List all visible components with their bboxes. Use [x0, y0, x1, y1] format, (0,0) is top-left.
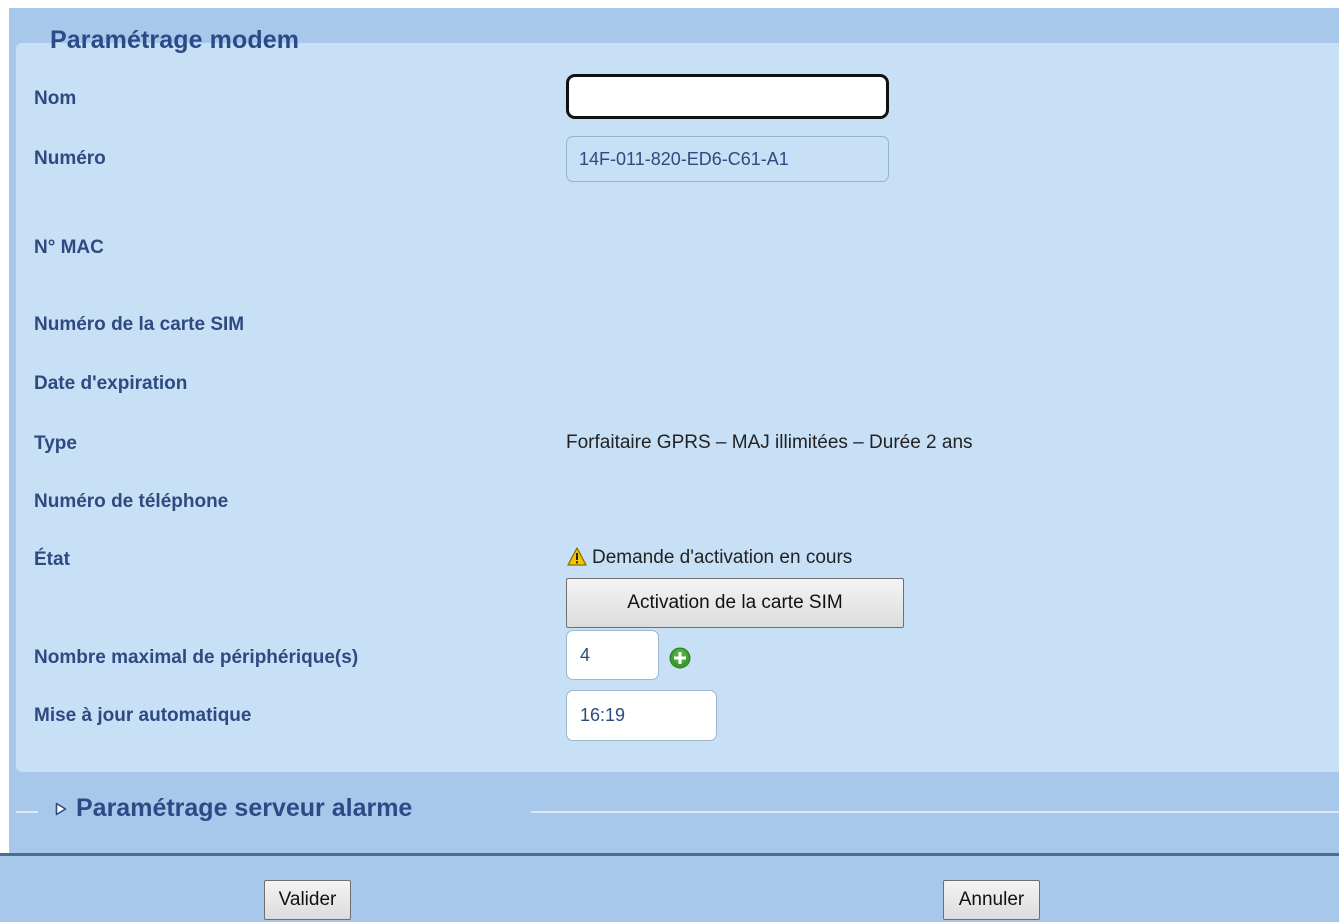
nom-label: Nom: [34, 88, 77, 109]
max-devices-label: Nombre maximal de périphérique(s): [34, 647, 359, 668]
cancel-button[interactable]: Annuler: [943, 880, 1040, 920]
modem-settings-title: Paramétrage modem: [50, 26, 300, 54]
nom-input[interactable]: [566, 74, 889, 119]
plus-icon[interactable]: [669, 647, 691, 669]
activate-sim-button[interactable]: Activation de la carte SIM: [566, 578, 904, 628]
expiration-date-label: Date d'expiration: [34, 373, 188, 394]
state-label: État: [34, 549, 70, 570]
type-value: Forfaitaire GPRS – MAJ illimitées – Duré…: [566, 432, 973, 453]
sim-number-label: Numéro de la carte SIM: [34, 314, 245, 335]
mac-label: N° MAC: [34, 237, 104, 258]
alarm-server-section-toggle[interactable]: Paramétrage serveur alarme: [55, 794, 412, 823]
alarm-server-section-title: Paramétrage serveur alarme: [76, 794, 413, 822]
top-strip: [0, 0, 1339, 8]
auto-update-label: Mise à jour automatique: [34, 705, 252, 726]
type-label: Type: [34, 433, 77, 454]
section-divider-left: [16, 811, 38, 813]
numero-input[interactable]: 14F-011-820-ED6-C61-A1: [566, 136, 889, 182]
numero-label: Numéro: [34, 148, 106, 169]
footer-bar: [0, 856, 1339, 922]
state-value: Demande d'activation en cours: [592, 547, 853, 568]
auto-update-input[interactable]: 16:19: [566, 690, 717, 741]
section-divider-right: [531, 811, 1339, 813]
triangle-right-icon: [55, 802, 67, 815]
validate-button[interactable]: Valider: [264, 880, 351, 920]
max-devices-input[interactable]: 4: [566, 630, 659, 680]
warning-icon: [567, 547, 587, 566]
phone-number-label: Numéro de téléphone: [34, 491, 229, 512]
